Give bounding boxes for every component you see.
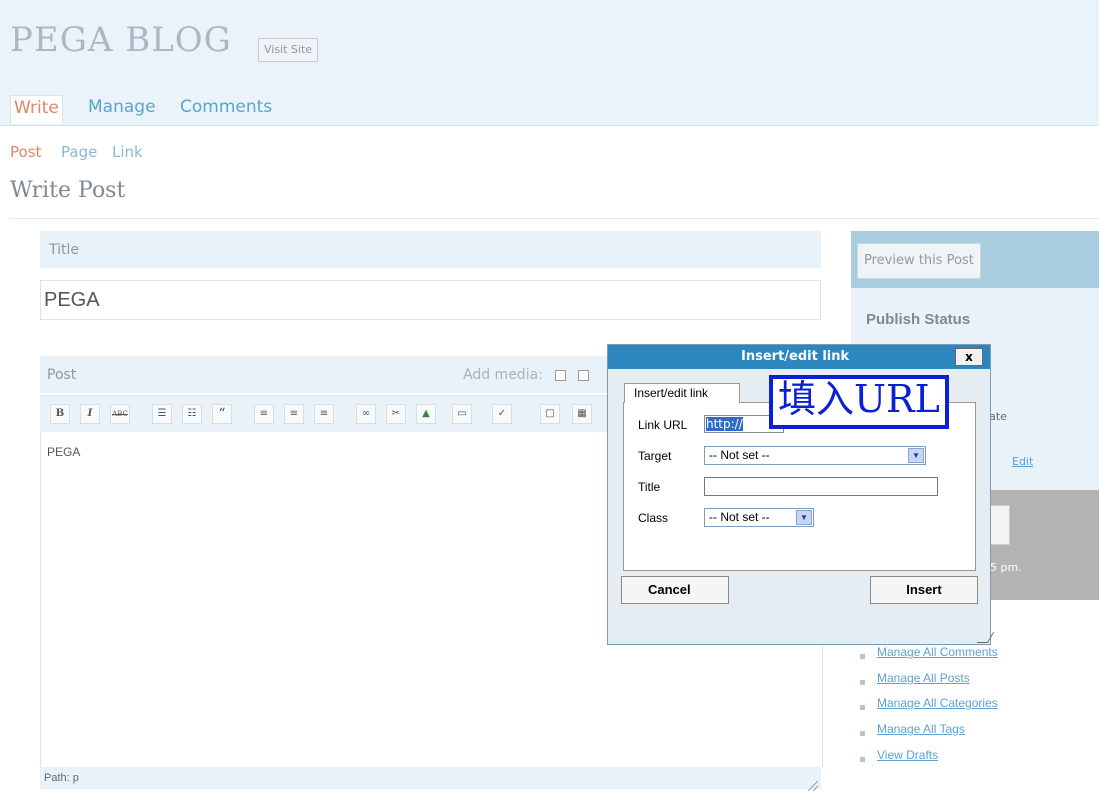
- divider: [10, 218, 1099, 219]
- editor-path: Path: p: [44, 772, 79, 784]
- post-label: Post: [47, 367, 77, 383]
- dialog-title: Insert/edit link: [741, 349, 850, 364]
- link-icon[interactable]: ∞: [356, 404, 376, 424]
- cancel-button[interactable]: Cancel: [621, 576, 729, 604]
- add-image-icon[interactable]: [555, 370, 566, 381]
- bold-button[interactable]: B: [50, 404, 70, 424]
- bullet-icon: [860, 654, 865, 659]
- blog-title: PEGA BLOG: [10, 20, 232, 60]
- strikethrough-button[interactable]: ABC: [110, 404, 130, 424]
- annotation-text: 填入URL: [778, 377, 940, 421]
- editor-content: PEGA: [47, 445, 81, 459]
- tab-write[interactable]: Write: [10, 95, 63, 124]
- title-label: Title: [49, 242, 80, 258]
- bullet-icon: [860, 731, 865, 736]
- visit-site-button[interactable]: Visit Site: [258, 38, 319, 62]
- bullet-icon: [860, 705, 865, 710]
- chevron-down-icon[interactable]: ▼: [796, 510, 812, 525]
- subtab-link[interactable]: Link: [112, 143, 143, 161]
- manage-comments-link[interactable]: Manage All Comments: [877, 645, 998, 659]
- title-label-bar: [40, 231, 821, 268]
- view-drafts-link[interactable]: View Drafts: [877, 748, 938, 762]
- more-tag-icon[interactable]: ▭: [452, 404, 472, 424]
- tab-insert-edit-link[interactable]: Insert/edit link: [624, 383, 740, 403]
- align-center-icon[interactable]: ≡: [284, 404, 304, 424]
- edit-timestamp-link[interactable]: Edit: [1012, 455, 1033, 468]
- bullet-list-icon[interactable]: ☰: [152, 404, 172, 424]
- manage-tags-link[interactable]: Manage All Tags: [877, 722, 965, 736]
- chevron-down-icon[interactable]: ▼: [908, 448, 924, 463]
- italic-button[interactable]: I: [80, 404, 100, 424]
- add-media-label: Add media:: [463, 367, 543, 383]
- title-field-label: Title: [638, 480, 661, 494]
- bullet-icon: [860, 757, 865, 762]
- fullscreen-icon[interactable]: □: [540, 404, 560, 424]
- manage-posts-link[interactable]: Manage All Posts: [877, 671, 970, 685]
- align-right-icon[interactable]: ≡: [314, 404, 334, 424]
- last-edited-time: 5 pm.: [990, 561, 1022, 574]
- add-video-icon[interactable]: [578, 370, 589, 381]
- target-select[interactable]: -- Not set -- ▼: [704, 446, 926, 465]
- link-url-value: http://: [706, 417, 743, 431]
- class-select[interactable]: -- Not set -- ▼: [704, 508, 814, 527]
- editor-path-bar: [40, 767, 821, 789]
- tab-comments[interactable]: Comments: [180, 97, 272, 117]
- preview-post-button[interactable]: Preview this Post: [857, 243, 981, 279]
- subtab-post[interactable]: Post: [10, 143, 41, 161]
- editor-resize-icon[interactable]: [807, 776, 819, 792]
- related-links: [851, 640, 1099, 789]
- close-icon[interactable]: x: [955, 348, 983, 366]
- insert-image-icon[interactable]: ▲: [416, 404, 436, 424]
- subtab-page[interactable]: Page: [61, 143, 97, 161]
- page-title: Write Post: [10, 178, 126, 203]
- link-url-label: Link URL: [638, 418, 688, 432]
- spellcheck-icon[interactable]: ✓: [492, 404, 512, 424]
- align-left-icon[interactable]: ≡: [254, 404, 274, 424]
- kitchen-sink-icon[interactable]: ▦: [572, 404, 592, 424]
- unlink-icon[interactable]: ✂: [386, 404, 406, 424]
- blockquote-button[interactable]: “: [212, 404, 232, 424]
- publish-status-heading: Publish Status: [866, 311, 971, 328]
- class-label: Class: [638, 511, 669, 525]
- link-title-input[interactable]: [704, 477, 938, 496]
- bullet-icon: [860, 680, 865, 685]
- admin-header: [0, 0, 1099, 126]
- target-label: Target: [638, 449, 672, 463]
- class-value: -- Not set --: [709, 510, 770, 524]
- numbered-list-icon[interactable]: ☷: [182, 404, 202, 424]
- tab-manage[interactable]: Manage: [88, 97, 156, 117]
- title-input[interactable]: PEGA: [40, 280, 821, 320]
- insert-button[interactable]: Insert: [870, 576, 978, 604]
- target-value: -- Not set --: [709, 448, 770, 462]
- manage-categories-link[interactable]: Manage All Categories: [877, 696, 998, 710]
